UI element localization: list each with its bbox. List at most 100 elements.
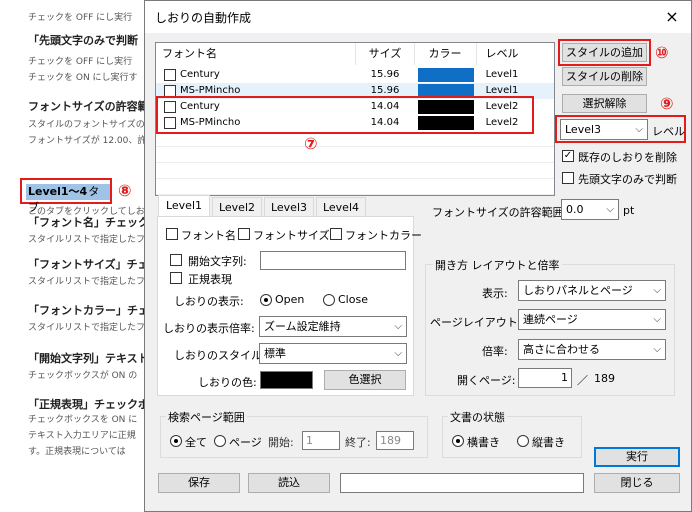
marker-10: ⑩: [655, 43, 669, 62]
search-all-radio[interactable]: [170, 435, 182, 447]
display-select[interactable]: しおりパネルとページ ⌵: [518, 280, 666, 301]
document-state-title: 文書の状態: [448, 409, 507, 425]
end-page-input[interactable]: 189: [376, 431, 414, 450]
start-page-input[interactable]: 1: [302, 431, 340, 450]
row-size: 15.96: [370, 69, 400, 80]
tab-level3[interactable]: Level3: [264, 197, 314, 217]
bookmark-zoom-label: しおりの表示倍率:: [163, 322, 255, 335]
font-size-label: フォントサイズ: [253, 229, 330, 242]
chevron-down-icon: ⌵: [394, 348, 402, 359]
horizontal-radio[interactable]: [452, 435, 464, 447]
chevron-down-icon: ⌵: [653, 314, 661, 325]
row-color-swatch: [418, 68, 474, 82]
display-open-radio[interactable]: [260, 294, 272, 306]
col-header-size[interactable]: サイズ: [356, 43, 415, 65]
regex-checkbox[interactable]: [170, 272, 182, 284]
vertical-label: 縦書き: [532, 436, 565, 449]
display-close-radio[interactable]: [323, 294, 335, 306]
bookmark-color-swatch: [260, 371, 313, 389]
tab-level4[interactable]: Level4: [316, 197, 366, 217]
search-page-radio[interactable]: [214, 435, 226, 447]
close-button[interactable]: 閉じる: [594, 473, 680, 493]
doc-text-line: フォントサイズが 12.00、許: [28, 136, 147, 146]
bookmark-zoom-select[interactable]: ズーム設定維持 ⌵: [259, 316, 407, 337]
display-close-label: Close: [338, 293, 368, 306]
dialog-title: しおりの自動作成: [155, 11, 252, 25]
doc-heading: フォントサイズの許容範: [28, 100, 149, 113]
open-layout-group-title: 開き方 レイアウトと倍率: [433, 257, 562, 273]
font-color-label: フォントカラー: [345, 229, 422, 242]
marker-7: ⑦: [304, 134, 318, 153]
start-page-label: 開始:: [268, 436, 294, 449]
doc-text-line: チェックを ON にし実行す: [28, 73, 138, 83]
doc-text-line: テキスト入力エリアに正規: [28, 431, 136, 441]
close-icon[interactable]: ×: [657, 5, 687, 29]
doc-heading: 「フォントサイズ」チェッ: [28, 258, 160, 271]
delete-existing-checkbox[interactable]: ✓: [562, 150, 574, 162]
level-select[interactable]: Level3 ⌵: [560, 119, 648, 140]
font-name-label: フォント名: [181, 229, 236, 242]
page-total: 189: [594, 372, 615, 385]
table-row[interactable]: Century 15.96 Level1: [156, 67, 554, 83]
regex-label: 正規表現: [188, 273, 232, 286]
horizontal-label: 横書き: [467, 436, 500, 449]
add-style-button[interactable]: スタイルの追加: [562, 43, 647, 62]
font-size-checkbox[interactable]: [238, 228, 250, 240]
chevron-down-icon: ⌵: [653, 344, 661, 355]
highlight-box-rows: [156, 96, 534, 134]
font-name-checkbox[interactable]: [166, 228, 178, 240]
row-font: Century: [180, 69, 220, 80]
bookmark-color-label: しおりの色:: [198, 376, 257, 389]
load-button[interactable]: 読込: [248, 473, 330, 493]
run-button[interactable]: 実行: [594, 447, 680, 467]
page-layout-select[interactable]: 連続ページ ⌵: [518, 309, 666, 330]
start-string-checkbox[interactable]: [170, 254, 182, 266]
marker-8: ⑧: [118, 181, 132, 200]
col-header-font[interactable]: フォント名: [156, 43, 356, 65]
status-field: [340, 473, 584, 493]
tolerance-select[interactable]: 0.0 ⌵: [561, 199, 619, 220]
page-layout-label: ページレイアウト:: [430, 316, 522, 329]
start-string-label: 開始文字列:: [188, 255, 247, 268]
vertical-radio[interactable]: [517, 435, 529, 447]
search-all-label: 全て: [185, 436, 207, 449]
delete-existing-label: 既存のしおりを削除: [578, 151, 677, 164]
doc-text-line: スタイルリストで指定したフ: [28, 277, 146, 287]
col-header-level[interactable]: レベル: [476, 43, 528, 65]
tab-level2[interactable]: Level2: [212, 197, 262, 217]
zoom-select[interactable]: 高さに合わせる ⌵: [518, 339, 666, 360]
clear-selection-button[interactable]: 選択解除: [562, 94, 647, 113]
doc-text-line: す。正規表現については: [28, 447, 126, 457]
col-header-color[interactable]: カラー: [414, 43, 477, 65]
search-page-label: ページ: [229, 436, 262, 449]
bookmark-display-label: しおりの表示:: [174, 295, 244, 308]
doc-heading: 「フォント名」チェックボ: [28, 216, 160, 229]
doc-heading: 「正規表現」チェックボ: [28, 398, 149, 411]
zoom-label: 倍率:: [482, 345, 508, 358]
chevron-down-icon: ⌵: [653, 285, 661, 296]
chevron-down-icon: ⌵: [606, 204, 614, 215]
save-button[interactable]: 保存: [158, 473, 240, 493]
doc-text-line: スタイルのフォントサイズの: [28, 120, 145, 130]
doc-heading: 「先頭文字のみで判断: [28, 34, 138, 47]
bookmark-style-select[interactable]: 標準 ⌵: [259, 343, 407, 364]
open-page-label: 開くページ:: [457, 374, 516, 387]
font-color-checkbox[interactable]: [330, 228, 342, 240]
first-char-only-checkbox[interactable]: [562, 172, 574, 184]
row-checkbox[interactable]: [164, 69, 176, 81]
choose-color-button[interactable]: 色選択: [324, 370, 406, 390]
doc-text-line: スタイルリストで指定したフ: [28, 323, 146, 333]
doc-heading: 「フォントカラー」チェッ: [28, 304, 160, 317]
delete-style-button[interactable]: スタイルの削除: [562, 67, 647, 86]
display-label: 表示:: [482, 287, 508, 300]
chevron-down-icon: ⌵: [394, 321, 402, 332]
tolerance-unit: pt: [623, 204, 635, 217]
search-range-title: 検索ページ範囲: [166, 409, 247, 425]
doc-text-line: チェックを OFF にし実行: [28, 57, 133, 67]
start-string-input[interactable]: [260, 251, 406, 270]
open-page-input[interactable]: 1: [518, 368, 572, 388]
tab-level1[interactable]: Level1: [158, 195, 210, 217]
table-empty-area: [156, 131, 554, 195]
tolerance-label: フォントサイズの許容範囲:: [432, 206, 568, 219]
end-page-label: 終了:: [345, 436, 371, 449]
